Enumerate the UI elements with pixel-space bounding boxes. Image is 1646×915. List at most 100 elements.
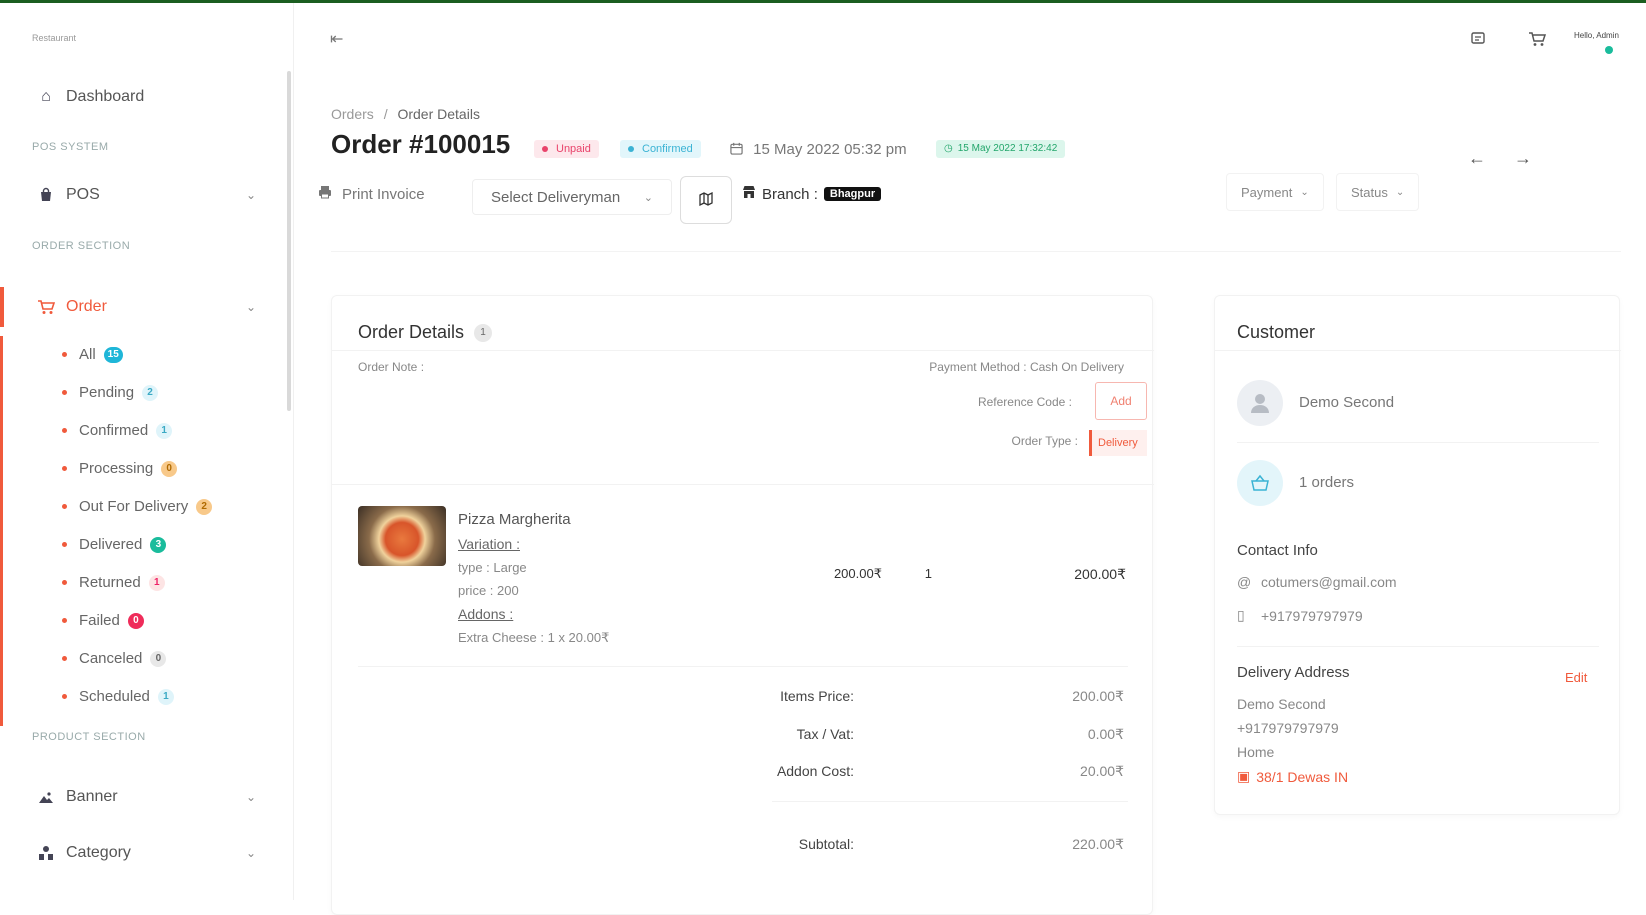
sidebar-item-category[interactable]: Category ⌄ (36, 843, 256, 863)
sidebar-subitem-returned[interactable]: Returned 1 (62, 574, 165, 591)
divider (331, 251, 1621, 252)
subitem-label: Pending (79, 384, 135, 401)
next-order-arrow-icon[interactable]: → (1514, 148, 1532, 169)
subitem-label: Confirmed (79, 422, 149, 439)
online-status-indicator (1605, 46, 1613, 54)
count-badge: 2 (142, 384, 159, 401)
address-location-link[interactable]: ▣ 38/1 Dewas IN (1237, 768, 1348, 785)
sidebar-subitem-processing[interactable]: Processing 0 (62, 460, 178, 477)
breadcrumb-orders[interactable]: Orders (331, 106, 374, 122)
chevron-down-icon: ⌄ (1395, 186, 1405, 198)
status-filter-dropdown[interactable]: Status ⌄ (1336, 173, 1420, 211)
avatar[interactable] (1237, 380, 1283, 426)
status-dot-icon (542, 146, 548, 152)
customer-name[interactable]: Demo Second (1299, 394, 1394, 411)
branch-value-badge: Bhagpur (823, 187, 882, 201)
message-icon[interactable] (1470, 30, 1488, 53)
sidebar-item-order[interactable]: Order ⌄ (36, 297, 256, 317)
edit-address-button[interactable]: Edit (1565, 670, 1587, 685)
order-status-badge: Confirmed (620, 140, 701, 158)
product-image (358, 506, 446, 566)
tax-label: Tax / Vat: (796, 726, 854, 742)
sidebar-subitem-out-for-delivery[interactable]: Out For Delivery 2 (62, 498, 213, 515)
sidebar-subitem-failed[interactable]: Failed 0 (62, 612, 144, 629)
payment-filter-label: Payment (1241, 184, 1293, 200)
addon-cost-value: 20.00₹ (1080, 763, 1124, 779)
items-price-value: 200.00₹ (1072, 688, 1124, 704)
divider (358, 666, 1128, 667)
subtotal-label: Subtotal: (798, 836, 854, 852)
sidebar-item-label: Category (66, 844, 131, 861)
branch-label: Branch : (762, 185, 818, 203)
store-icon (742, 185, 756, 203)
order-details-card: Order Details 1 Order Note : Payment Met… (331, 295, 1154, 915)
breadcrumb: Orders / Order Details (331, 106, 480, 122)
image-icon (36, 787, 56, 807)
customer-orders-count: 1 orders (1299, 474, 1355, 491)
select-deliveryman-value: Select Deliveryman (491, 188, 621, 206)
location-map-button[interactable] (680, 176, 732, 224)
sidebar-scrollbar[interactable] (287, 71, 291, 411)
address-location-text: 38/1 Dewas IN (1256, 768, 1349, 785)
add-reference-button[interactable]: Add (1095, 382, 1147, 420)
payment-status-badge: Unpaid (534, 140, 599, 158)
cart-icon (36, 297, 56, 317)
address-type: Home (1237, 744, 1275, 760)
sidebar-item-label: Order (66, 298, 107, 315)
sidebar-item-label: Banner (66, 788, 118, 805)
divider (332, 484, 1154, 485)
at-sign-icon: @ (1237, 574, 1252, 590)
status-dot-icon (628, 146, 634, 152)
order-date: 15 May 2022 05:32 pm (730, 141, 907, 158)
variation-label: Variation : (458, 536, 520, 552)
user-name[interactable]: Hello, Admin (1574, 31, 1619, 40)
sidebar-subitem-scheduled[interactable]: Scheduled 1 (62, 688, 174, 705)
sidebar-item-pos[interactable]: POS ⌄ (36, 185, 256, 205)
subitem-label: Out For Delivery (79, 498, 189, 515)
status-filter-label: Status (1351, 184, 1388, 200)
submenu-indicator (0, 336, 3, 726)
print-invoice-label: Print Invoice (342, 185, 425, 203)
subitem-label: All (79, 346, 96, 363)
order-note-label: Order Note : (358, 360, 425, 374)
payment-filter-dropdown[interactable]: Payment ⌄ (1226, 173, 1324, 211)
sidebar-subitem-delivered[interactable]: Delivered 3 (62, 536, 167, 553)
payment-method: Payment Method : Cash On Delivery (929, 360, 1124, 374)
addons-label: Addons : (458, 606, 514, 622)
count-badge: 2 (196, 498, 213, 515)
print-invoice-button[interactable]: Print Invoice (318, 185, 425, 203)
count-badge: 0 (127, 612, 144, 629)
bullet-icon (62, 504, 67, 509)
sidebar-subitem-all[interactable]: All 15 (62, 346, 123, 363)
basket-icon (1237, 460, 1283, 506)
sidebar-subitem-canceled[interactable]: Canceled 0 (62, 650, 167, 667)
sidebar: Restaurant ⌂ Dashboard POS SYSTEM POS ⌄ … (0, 3, 294, 900)
order-date-text: 15 May 2022 05:32 pm (753, 141, 907, 158)
bullet-icon (62, 694, 67, 699)
previous-order-arrow-icon[interactable]: ← (1468, 148, 1486, 169)
select-deliveryman-dropdown[interactable]: Select Deliveryman ⌄ (472, 179, 672, 215)
logo[interactable]: Restaurant (32, 33, 76, 43)
cart-icon[interactable] (1528, 30, 1547, 53)
sidebar-subitem-confirmed[interactable]: Confirmed 1 (62, 422, 173, 439)
count-badge: 1 (148, 574, 165, 591)
address-name: Demo Second (1237, 696, 1326, 712)
sidebar-subitem-pending[interactable]: Pending 2 (62, 384, 159, 401)
clock-icon: ◷ (944, 143, 953, 154)
collapse-sidebar-icon[interactable]: ⇤ (330, 29, 343, 49)
divider (772, 801, 1128, 802)
order-details-heading: Order Details (358, 322, 465, 342)
subitem-label: Delivered (79, 536, 143, 553)
divider (1237, 646, 1599, 647)
section-title-order: ORDER SECTION (32, 240, 131, 252)
sidebar-item-label: POS (66, 186, 100, 203)
section-title-pos: POS SYSTEM (32, 141, 109, 153)
calendar-icon (730, 141, 747, 158)
sidebar-item-dashboard[interactable]: ⌂ Dashboard (36, 87, 256, 107)
main-content: Orders / Order Details Order #100015 Unp… (294, 73, 1646, 915)
breadcrumb-separator: / (383, 106, 388, 122)
variation-type: type : Large (458, 560, 527, 575)
page-title: Order #100015 (331, 129, 511, 159)
map-icon (699, 191, 713, 209)
sidebar-item-banner[interactable]: Banner ⌄ (36, 787, 256, 807)
